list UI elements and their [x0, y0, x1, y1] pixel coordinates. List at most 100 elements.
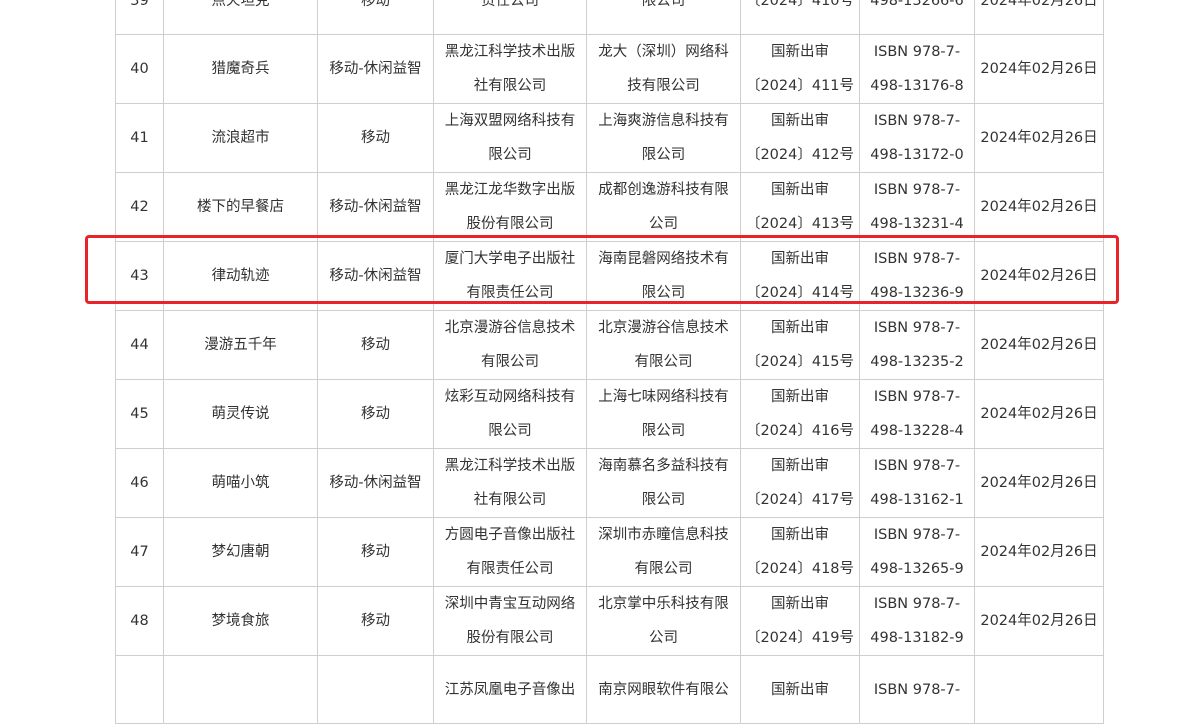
cell-operator-line: 限公司	[641, 423, 686, 439]
cell-publisher: 深圳中青宝互动网络 股份有限公司	[433, 586, 587, 656]
cell-approval-no-line: 国新出审	[771, 458, 829, 474]
cell-date: 2024年02月26日	[974, 34, 1104, 104]
cell-isbn-line: ISBN 978-7-	[873, 596, 961, 612]
cell-operator-line: 深圳市赤瞳信息科技	[598, 527, 729, 543]
cell-approval-no-line: 国新出审	[771, 44, 829, 60]
cell-operator-line: 北京掌中乐科技有限	[598, 596, 729, 612]
cell-number: 42	[115, 172, 164, 242]
cell-operator-line: 有限公司	[634, 354, 693, 370]
cell-number: 41	[115, 103, 164, 173]
cell-game-name: 律动轨迹	[163, 241, 318, 311]
cell-approval-no-line: 〔2024〕419号	[745, 630, 855, 646]
cell-publisher: 北京漫游谷信息技术 有限公司	[433, 310, 587, 380]
cell-number: 45	[115, 379, 164, 449]
cell-date: 2024年02月26日	[974, 0, 1104, 35]
cell-approval-no: 国新出审〔2024〕416号	[740, 379, 860, 449]
cell-isbn-line: ISBN 978-7-	[873, 389, 961, 405]
cell-approval-no-line: 国新出审	[771, 182, 829, 198]
approval-table: 39 点火坦克 移动 责任公司 限公司 〔2024〕410号 498-13266-6 2024…	[115, 0, 1104, 724]
cell-isbn: ISBN 978-7- 498-13235-2	[859, 310, 975, 380]
cell-approval-no-line: 〔2024〕416号	[745, 423, 855, 439]
cell-isbn-line: ISBN 978-7-	[873, 251, 961, 267]
cell-operator: 海南慕名多益科技有 限公司	[586, 448, 741, 518]
cell-isbn-line: 498-13228-4	[870, 423, 964, 439]
cell-game-type: 移动-休闲益智	[317, 241, 434, 311]
cell-operator-line: 限公司	[641, 147, 686, 163]
cell-date: 2024年02月26日	[974, 172, 1104, 242]
table-row: 48 梦境食旅 移动 深圳中青宝互动网络 股份有限公司 北京掌中乐科技有限 公司 国新出审 〔2…	[115, 586, 1104, 656]
cell-publisher-line: 有限公司	[481, 354, 539, 370]
cell-isbn-line: 498-13236-9	[870, 285, 964, 301]
cell-operator: 龙大（深圳）网络科 技有限公司	[586, 34, 741, 104]
table-row: 41 流浪超市 移动 上海双盟网络科技有 限公司 上海爽游信息科技有 限公司 国新出审 〔202…	[115, 103, 1104, 173]
table-row: 江苏凤凰电子音像出 南京网眼软件有限公 国新出审 ISBN 978-7-	[115, 655, 1104, 724]
cell-isbn-line: 498-13265-9	[870, 561, 964, 577]
cell-approval-no: 国新出审 〔2024〕415号	[740, 310, 860, 380]
cell-approval-no: 国新出审〔2024〕419号	[740, 586, 860, 656]
cell-publisher: 黑龙江科学技术出版 社有限公司	[433, 448, 587, 518]
cell-publisher: 黑龙江龙华数字出版 股份有限公司	[433, 172, 587, 242]
cell-isbn: 498-13266-6	[859, 0, 975, 35]
cell-game-name: 梦幻唐朝	[163, 517, 318, 587]
cell-game-type	[317, 655, 434, 724]
cell-publisher-line: 有限责任公司	[466, 285, 554, 301]
cell-operator-line: 限公司	[641, 285, 686, 301]
table-row: 40 猎魔奇兵 移动-休闲益智 黑龙江科学技术出版 社有限公司 龙大（深圳）网络科 技有限公…	[115, 34, 1104, 104]
cell-isbn-line: 498-13182-9	[870, 630, 964, 646]
cell-approval-no-line: 〔2024〕412号	[745, 147, 855, 163]
table-row: 43 律动轨迹 移动-休闲益智 厦门大学电子出版社 有限责任公司 海南昆磐网络技术有 限公司…	[115, 241, 1104, 311]
cell-operator-line: 北京漫游谷信息技术	[598, 320, 729, 336]
cell-date: 2024年02月26日	[974, 517, 1104, 587]
cell-approval-no-line: 〔2024〕413号	[745, 216, 855, 232]
cell-operator-line: 公司	[649, 216, 678, 232]
cell-approval-no-line: 国新出审	[771, 389, 829, 405]
cell-game-name	[163, 655, 318, 724]
cell-isbn-line: 498-13172-0	[870, 147, 964, 163]
table-row: 42 楼下的早餐店 移动-休闲益智 黑龙江龙华数字出版 股份有限公司 成都创逸游科技有限公…	[115, 172, 1104, 242]
cell-operator: 北京漫游谷信息技术 有限公司	[586, 310, 741, 380]
approval-table-wrap: 39 点火坦克 移动 责任公司 限公司 〔2024〕410号 498-13266-6 2024…	[115, 0, 1104, 724]
cell-publisher: 上海双盟网络科技有 限公司	[433, 103, 587, 173]
cell-isbn-line: 498-13162-1	[870, 492, 964, 508]
cell-operator: 成都创逸游科技有限 公司	[586, 172, 741, 242]
cell-isbn: ISBN 978-7- 498-13182-9	[859, 586, 975, 656]
cell-approval-no-line: 国新出审	[771, 113, 829, 129]
cell-number: 39	[115, 0, 164, 35]
cell-game-name: 猎魔奇兵	[163, 34, 318, 104]
cell-number: 47	[115, 517, 164, 587]
table-body: 39 点火坦克 移动 责任公司 限公司 〔2024〕410号 498-13266-6 2024…	[115, 0, 1104, 724]
cell-approval-no-line: 国新出审	[771, 681, 829, 698]
cell-operator: 上海爽游信息科技有 限公司	[586, 103, 741, 173]
cell-isbn: ISBN 978-7- 498-13236-9	[859, 241, 975, 311]
cell-game-name: 萌灵传说	[163, 379, 318, 449]
cell-operator: 上海七味网络科技有 限公司	[586, 379, 741, 449]
cell-game-name: 梦境食旅	[163, 586, 318, 656]
cell-isbn-line: ISBN 978-7-	[873, 681, 961, 698]
cell-date: 2024年02月26日	[974, 103, 1104, 173]
cell-game-type: 移动	[317, 379, 434, 449]
cell-date: 2024年02月26日	[974, 586, 1104, 656]
cell-game-type: 移动	[317, 0, 434, 35]
cell-isbn-line: ISBN 978-7-	[873, 182, 961, 198]
cell-publisher-line: 限公司	[488, 147, 532, 163]
cell-isbn: ISBN 978-7- 498-13265-9	[859, 517, 975, 587]
cell-publisher: 方圆电子音像出版社 有限责任公司	[433, 517, 587, 587]
cell-date	[974, 655, 1104, 724]
cell-operator-line: 公司	[649, 630, 678, 646]
cell-number: 40	[115, 34, 164, 104]
cell-game-type: 移动	[317, 586, 434, 656]
cell-publisher: 炫彩互动网络科技有 限公司	[433, 379, 587, 449]
cell-isbn-line: ISBN 978-7-	[873, 320, 961, 336]
cell-approval-no-line: 〔2024〕417号	[745, 492, 855, 508]
cell-approval-no: 国新出审 〔2024〕418号	[740, 517, 860, 587]
cell-number: 46	[115, 448, 164, 518]
cell-game-type: 移动	[317, 517, 434, 587]
cell-approval-no: 国新出审〔2024〕417号	[740, 448, 860, 518]
cell-publisher-line: 社有限公司	[473, 78, 547, 94]
cell-game-name: 点火坦克	[163, 0, 318, 35]
cell-game-type: 移动-休闲益智	[317, 34, 434, 104]
cell-number	[115, 655, 164, 724]
cell-approval-no: 国新出审〔2024〕412号	[740, 103, 860, 173]
cell-publisher-line: 责任公司	[481, 0, 539, 9]
cell-approval-no-line: 国新出审	[771, 596, 829, 612]
